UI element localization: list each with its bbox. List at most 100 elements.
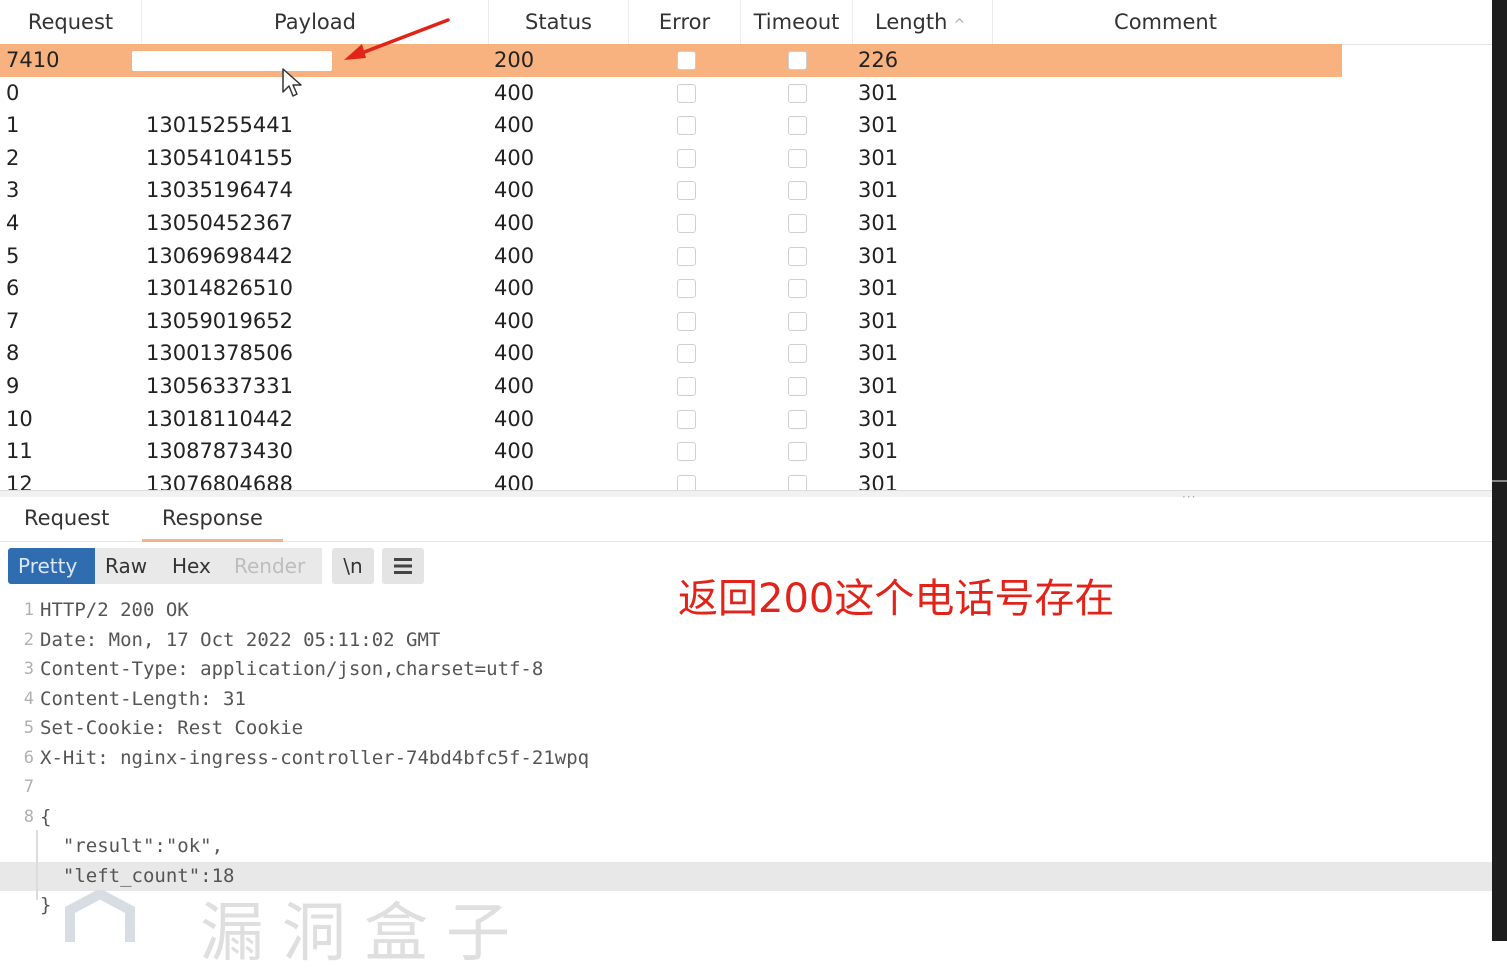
request-number-cell: 7: [6, 308, 20, 333]
column-header-status[interactable]: Status: [489, 0, 629, 44]
timeout-checkbox[interactable]: [788, 83, 807, 103]
length-cell: 301: [858, 439, 899, 464]
error-checkbox[interactable]: [677, 474, 696, 490]
status-cell: 400: [494, 276, 535, 301]
timeout-checkbox[interactable]: [788, 213, 807, 233]
payload-cell: 13059019652: [146, 308, 293, 333]
column-header-timeout[interactable]: Timeout: [741, 0, 853, 44]
timeout-checkbox[interactable]: [788, 51, 807, 70]
timeout-checkbox[interactable]: [788, 148, 807, 168]
error-checkbox[interactable]: [677, 376, 696, 396]
error-checkbox[interactable]: [677, 181, 696, 201]
column-header-comment[interactable]: Comment: [993, 0, 1338, 44]
payload-cell: 13035196474: [146, 178, 293, 203]
request-number-cell: 12: [6, 471, 33, 490]
table-row[interactable]: 0 400 301: [0, 77, 1492, 110]
error-checkbox[interactable]: [677, 409, 696, 429]
request-number-cell: 0: [6, 80, 20, 105]
table-row[interactable]: 7410 200 226: [0, 44, 1342, 77]
error-checkbox[interactable]: [677, 311, 696, 331]
status-cell: 400: [494, 471, 535, 490]
table-row[interactable]: 4 13050452367 400 301: [0, 207, 1492, 240]
render-button[interactable]: Render: [224, 548, 322, 584]
error-checkbox[interactable]: [677, 344, 696, 364]
response-body[interactable]: 1 HTTP/2 200 OK 2 Date: Mon, 17 Oct 2022 05…: [0, 596, 1492, 921]
request-number-cell: 3: [6, 178, 20, 203]
watermark-logo-icon: [65, 890, 135, 942]
payload-cell: 13054104155: [146, 145, 293, 170]
tab-request[interactable]: Request: [24, 497, 109, 539]
error-checkbox[interactable]: [677, 442, 696, 462]
table-row[interactable]: 7 13059019652 400 301: [0, 305, 1492, 338]
timeout-checkbox[interactable]: [788, 246, 807, 266]
code-line: 5 Set-Cookie: Rest Cookie: [0, 714, 1492, 744]
length-cell: 226: [858, 48, 899, 72]
timeout-checkbox[interactable]: [788, 376, 807, 396]
table-body: 7410 200 226 0 400 301 1 13015255441 400 301 2 1305…: [0, 44, 1492, 490]
column-header-length[interactable]: Length: [853, 0, 993, 44]
request-number-cell: 10: [6, 406, 33, 431]
error-checkbox[interactable]: [677, 116, 696, 136]
table-row[interactable]: 2 13054104155 400 301: [0, 142, 1492, 175]
pretty-button[interactable]: Pretty: [8, 548, 95, 584]
table-row[interactable]: 6 13014826510 400 301: [0, 272, 1492, 305]
code-line: "result":"ok",: [0, 832, 1492, 862]
length-cell: 301: [858, 178, 899, 203]
length-cell: 301: [858, 471, 899, 490]
timeout-checkbox[interactable]: [788, 279, 807, 299]
table-row[interactable]: 9 13056337331 400 301: [0, 370, 1492, 403]
request-number-cell: 8: [6, 341, 20, 366]
code-line: 2 Date: Mon, 17 Oct 2022 05:11:02 GMT: [0, 626, 1492, 656]
error-checkbox[interactable]: [677, 83, 696, 103]
error-checkbox[interactable]: [677, 51, 696, 70]
request-number-cell: 7410: [6, 48, 60, 72]
payload-cell: 13015255441: [146, 113, 293, 138]
code-line: 8{: [0, 803, 1492, 833]
watermark-text: 漏洞盒子: [200, 897, 528, 971]
timeout-checkbox[interactable]: [788, 344, 807, 364]
length-cell: 301: [858, 308, 899, 333]
status-cell: 400: [494, 145, 535, 170]
tab-response[interactable]: Response: [142, 497, 283, 542]
timeout-checkbox[interactable]: [788, 442, 807, 462]
timeout-checkbox[interactable]: [788, 116, 807, 136]
table-row[interactable]: 11 13087873430 400 301: [0, 435, 1492, 468]
column-header-request[interactable]: Request: [0, 0, 142, 44]
error-checkbox[interactable]: [677, 213, 696, 233]
error-checkbox[interactable]: [677, 148, 696, 168]
hex-button[interactable]: Hex: [162, 548, 224, 584]
newline-toggle-button[interactable]: \n: [332, 548, 374, 584]
line-number: 2: [23, 629, 34, 650]
status-cell: 400: [494, 243, 535, 268]
error-checkbox[interactable]: [677, 279, 696, 299]
timeout-checkbox[interactable]: [788, 181, 807, 201]
table-row[interactable]: 1 13015255441 400 301: [0, 109, 1492, 142]
payload-cell: 13087873430: [146, 439, 293, 464]
line-number: 6: [23, 747, 34, 768]
hamburger-menu-icon[interactable]: [382, 548, 424, 584]
table-row[interactable]: 8 13001378506 400 301: [0, 337, 1492, 370]
line-number: 8: [23, 806, 34, 827]
timeout-checkbox[interactable]: [788, 474, 807, 490]
payload-cell: 13076804688: [146, 471, 293, 490]
error-checkbox[interactable]: [677, 246, 696, 266]
table-row[interactable]: 12 13076804688 400 301: [0, 468, 1492, 490]
column-header-error[interactable]: Error: [629, 0, 741, 44]
length-cell: 301: [858, 243, 899, 268]
status-cell: 400: [494, 406, 535, 431]
table-row[interactable]: 10 13018110442 400 301: [0, 403, 1492, 436]
request-number-cell: 5: [6, 243, 20, 268]
red-arrow-icon: [344, 18, 450, 60]
code-line: 4 Content-Length: 31: [0, 685, 1492, 715]
raw-button[interactable]: Raw: [95, 548, 162, 584]
code-line: 3 Content-Type: application/json,charset=…: [0, 655, 1492, 685]
line-content: Content-Type: application/json,charset=u…: [40, 658, 544, 680]
timeout-checkbox[interactable]: [788, 409, 807, 429]
length-cell: 301: [858, 276, 899, 301]
timeout-checkbox[interactable]: [788, 311, 807, 331]
status-cell: 400: [494, 178, 535, 203]
table-row[interactable]: 3 13035196474 400 301: [0, 174, 1492, 207]
pane-splitter[interactable]: [0, 490, 1492, 497]
line-content: "result":"ok",: [40, 835, 224, 857]
table-row[interactable]: 5 13069698442 400 301: [0, 240, 1492, 273]
